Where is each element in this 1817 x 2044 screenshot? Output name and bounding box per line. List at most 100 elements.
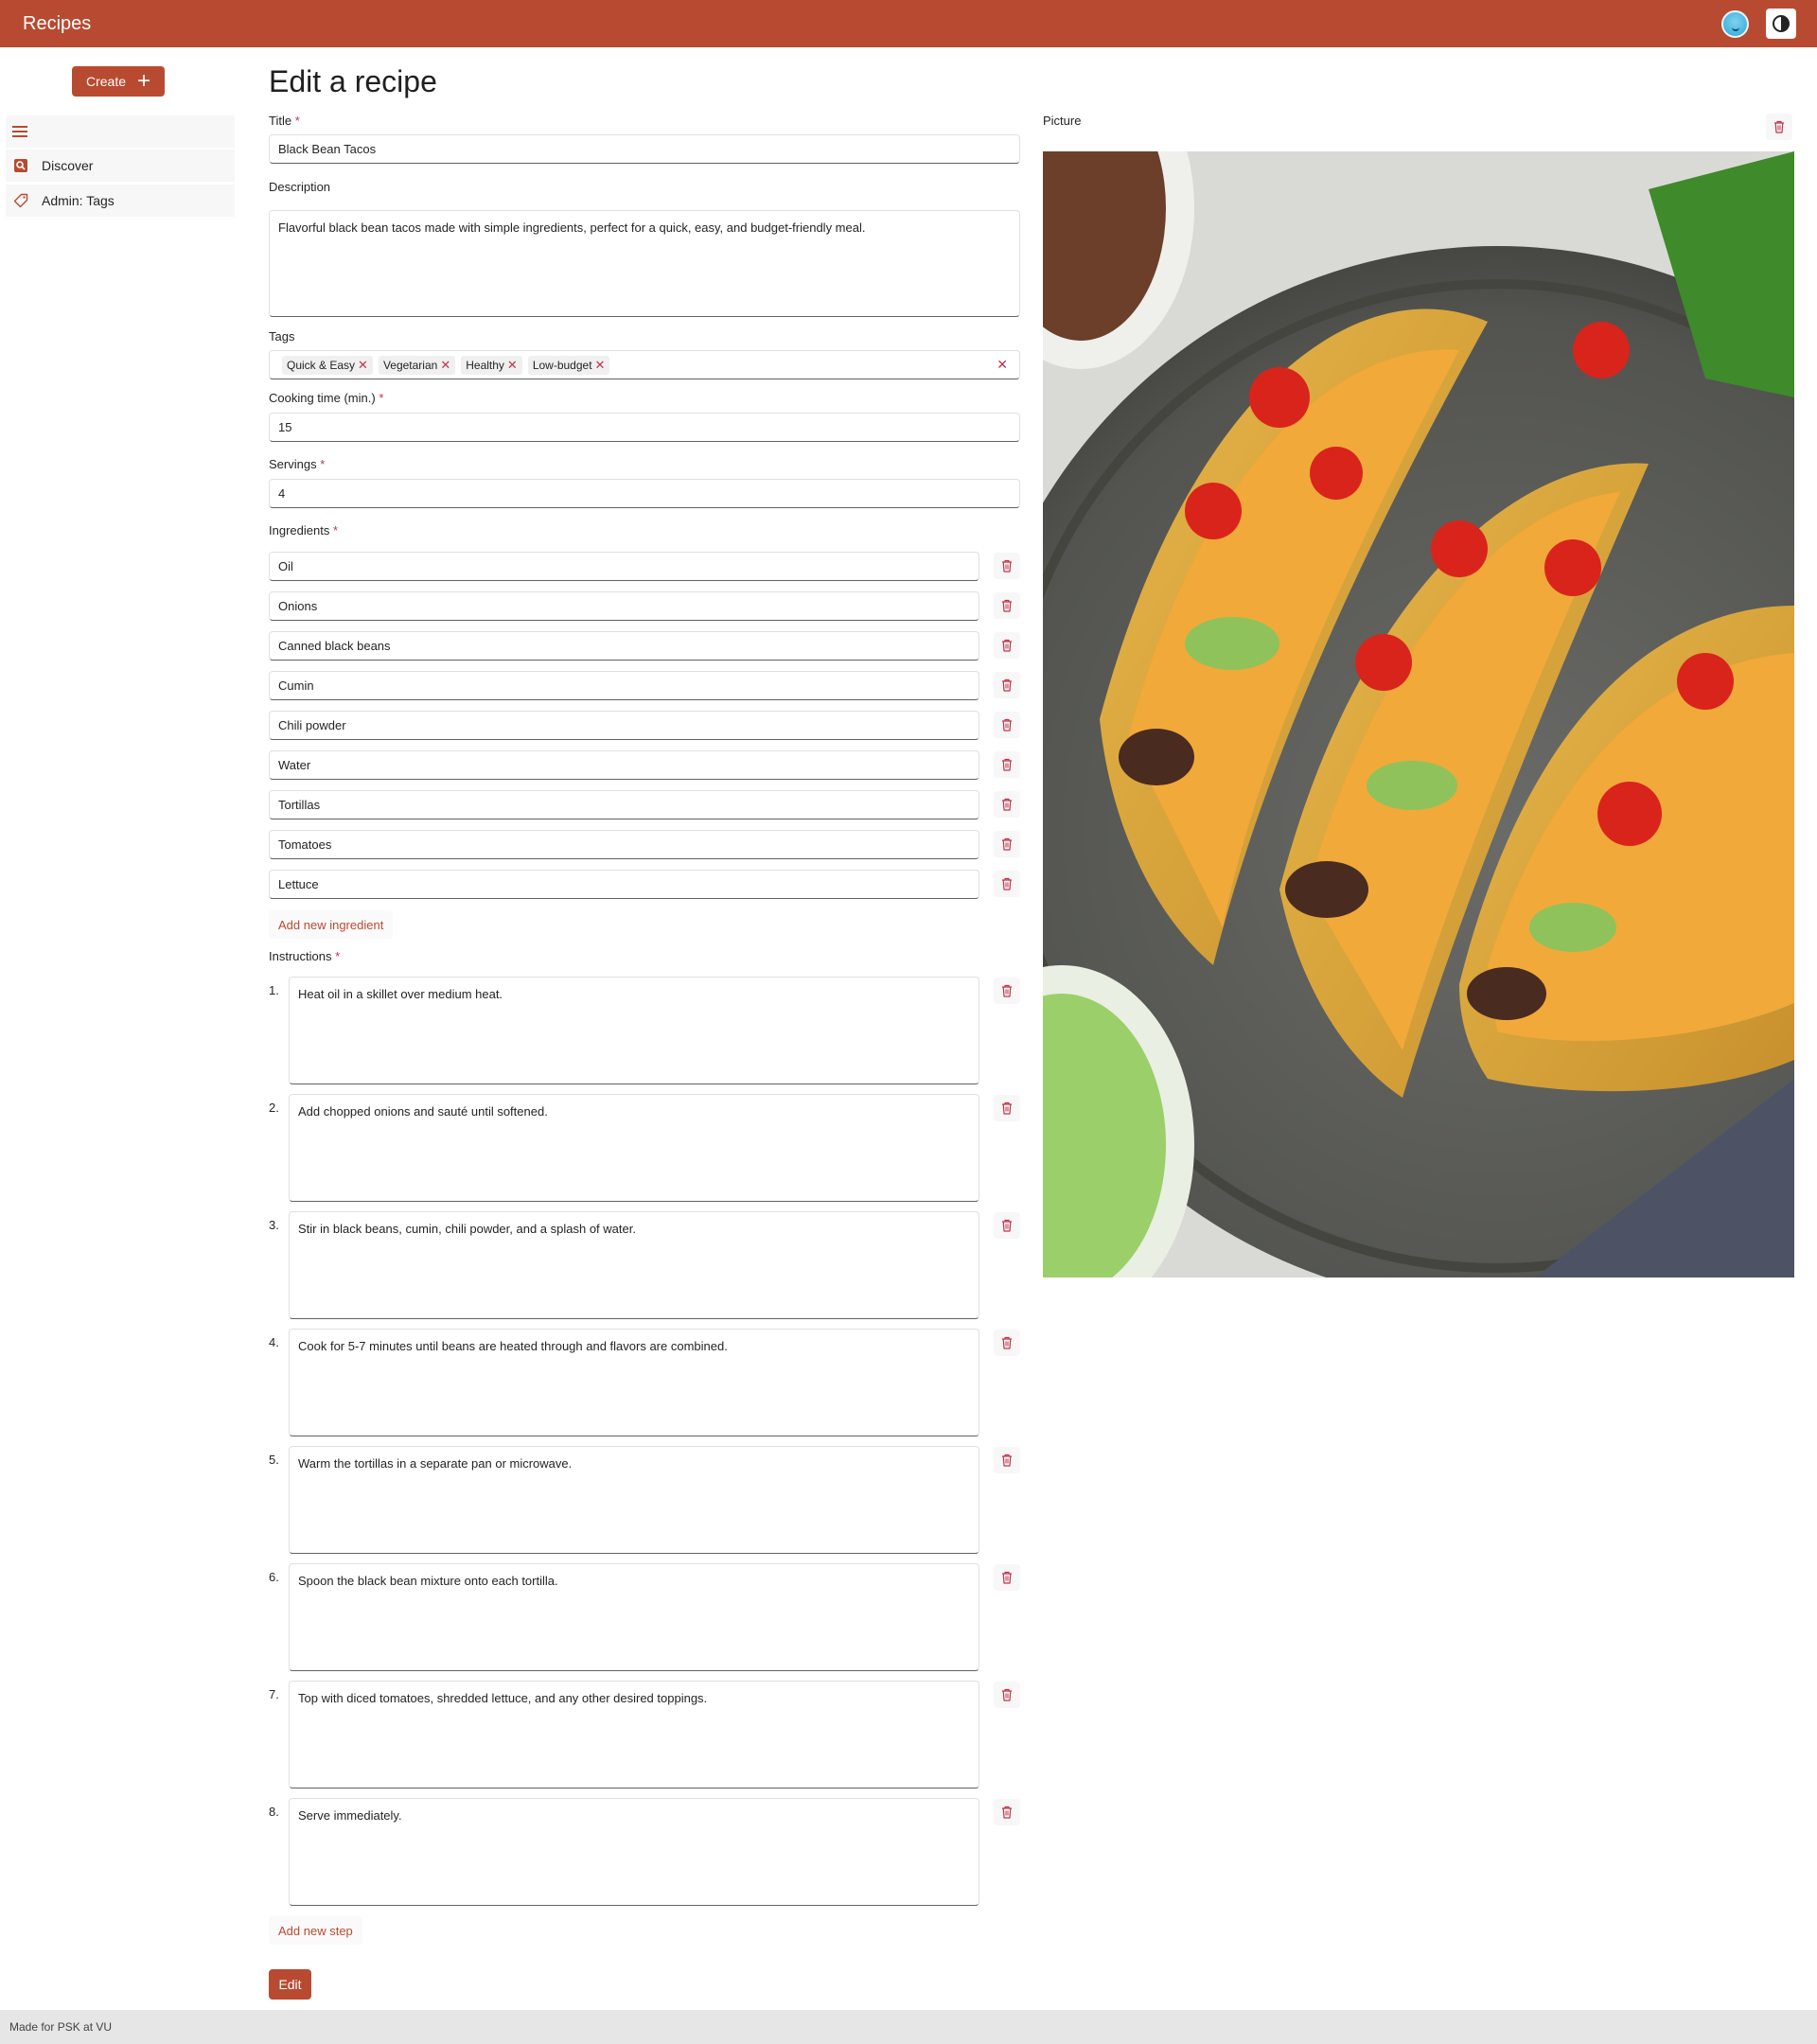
step-number: 3.	[269, 1218, 279, 1232]
delete-ingredient-button[interactable]	[994, 672, 1020, 698]
top-bar: Recipes	[0, 0, 1817, 47]
plus-icon: +	[137, 68, 151, 94]
delete-ingredient-button[interactable]	[994, 751, 1020, 778]
instructions-label: Instructions *	[269, 949, 341, 963]
tags-label: Tags	[269, 329, 295, 344]
cooking-time-label: Cooking time (min.) *	[269, 391, 384, 405]
step-textarea[interactable]: Cook for 5-7 minutes until beans are hea…	[289, 1329, 979, 1436]
ingredient-row: Water	[269, 750, 1020, 781]
sidebar-item-admin-tags[interactable]: Admin: Tags	[6, 185, 235, 217]
trash-icon	[1002, 599, 1012, 612]
trash-icon	[1002, 1336, 1012, 1349]
tacos-photo	[1043, 151, 1794, 1278]
app-title[interactable]: Recipes	[23, 13, 91, 35]
servings-label: Servings *	[269, 457, 326, 471]
delete-ingredient-button[interactable]	[994, 791, 1020, 818]
trash-icon	[1002, 639, 1012, 652]
step-textarea[interactable]: Add chopped onions and sauté until softe…	[289, 1094, 979, 1202]
tag-chip[interactable]: Quick & Easy ✕	[282, 355, 373, 375]
top-bar-actions	[1721, 9, 1796, 39]
menu-toggle-button[interactable]	[6, 115, 235, 148]
step-number: 5.	[269, 1453, 279, 1467]
tag-chip-label: Low-budget	[532, 358, 592, 372]
create-button[interactable]: Create +	[72, 66, 165, 97]
ingredient-input[interactable]: Water	[269, 750, 979, 780]
tag-chip[interactable]: Low-budget ✕	[527, 355, 610, 375]
trash-icon	[1002, 1571, 1012, 1584]
trash-icon	[1002, 877, 1012, 890]
ingredient-input[interactable]: Canned black beans	[269, 631, 979, 661]
title-label: Title *	[269, 114, 300, 128]
trash-icon	[1002, 1454, 1012, 1467]
trash-icon	[1002, 1101, 1012, 1115]
remove-tag-icon[interactable]: ✕	[440, 358, 450, 373]
delete-step-button[interactable]	[994, 1799, 1020, 1825]
step-number: 8.	[269, 1805, 279, 1819]
delete-step-button[interactable]	[994, 1095, 1020, 1121]
add-ingredient-button[interactable]: Add new ingredient	[269, 910, 394, 939]
trash-icon	[1002, 1688, 1012, 1701]
delete-ingredient-button[interactable]	[994, 831, 1020, 857]
ingredient-row: Canned black beans	[269, 631, 1020, 661]
tag-chip-label: Quick & Easy	[287, 358, 356, 372]
sidebar-item-discover[interactable]: Discover	[6, 150, 235, 182]
delete-ingredient-button[interactable]	[994, 632, 1020, 659]
trash-icon	[1002, 984, 1012, 997]
ingredient-row: Tomatoes	[269, 830, 1020, 860]
ingredient-input[interactable]: Lettuce	[269, 870, 979, 899]
servings-input[interactable]: 4	[269, 479, 1020, 508]
tags-input[interactable]: Quick & Easy ✕ Vegetarian ✕ Healthy ✕ Low-budg…	[269, 350, 1020, 379]
sidebar-item-label: Discover	[42, 158, 94, 173]
step-textarea[interactable]: Serve immediately.	[289, 1798, 979, 1906]
ingredient-input[interactable]: Oil	[269, 552, 979, 581]
step-textarea[interactable]: Stir in black beans, cumin, chili powder…	[289, 1211, 979, 1319]
ingredient-input[interactable]: Onions	[269, 591, 979, 621]
picture-label: Picture	[1043, 114, 1082, 128]
ingredient-input[interactable]: Tomatoes	[269, 830, 979, 859]
ingredient-input[interactable]: Tortillas	[269, 790, 979, 819]
delete-step-button[interactable]	[994, 1212, 1020, 1239]
ingredient-row: Chili powder	[269, 711, 1020, 741]
edit-submit-button[interactable]: Edit	[269, 1969, 311, 2000]
delete-step-button[interactable]	[994, 978, 1020, 1004]
footer: Made for PSK at VU	[0, 2010, 1817, 2044]
delete-ingredient-button[interactable]	[994, 712, 1020, 738]
step-number: 1.	[269, 983, 279, 997]
trash-icon	[1002, 1806, 1012, 1819]
trash-icon	[1002, 559, 1012, 573]
trash-icon	[1002, 1219, 1012, 1232]
ingredient-row: Lettuce	[269, 870, 1020, 900]
delete-step-button[interactable]	[994, 1564, 1020, 1591]
ingredient-input[interactable]: Chili powder	[269, 711, 979, 740]
hamburger-icon	[12, 126, 27, 137]
delete-step-button[interactable]	[994, 1330, 1020, 1356]
step-textarea[interactable]: Warm the tortillas in a separate pan or …	[289, 1446, 979, 1554]
ingredient-row: Tortillas	[269, 790, 1020, 820]
cooking-time-input[interactable]: 15	[269, 413, 1020, 442]
description-textarea[interactable]: Flavorful black bean tacos made with sim…	[269, 210, 1020, 317]
tag-chip[interactable]: Healthy ✕	[461, 355, 522, 375]
remove-tag-icon[interactable]: ✕	[507, 358, 518, 373]
remove-tag-icon[interactable]: ✕	[358, 358, 368, 373]
delete-picture-button[interactable]	[1766, 114, 1792, 140]
tag-chip[interactable]: Vegetarian ✕	[378, 355, 456, 375]
step-textarea[interactable]: Heat oil in a skillet over medium heat.	[289, 977, 979, 1084]
delete-step-button[interactable]	[994, 1682, 1020, 1708]
step-number: 4.	[269, 1335, 279, 1349]
step-textarea[interactable]: Top with diced tomatoes, shredded lettuc…	[289, 1681, 979, 1788]
step-number: 6.	[269, 1570, 279, 1584]
trash-icon	[1002, 678, 1012, 692]
theme-toggle-button[interactable]	[1766, 9, 1796, 39]
ingredient-input[interactable]: Cumin	[269, 671, 979, 700]
delete-ingredient-button[interactable]	[994, 871, 1020, 897]
add-step-button[interactable]: Add new step	[269, 1916, 362, 1945]
delete-step-button[interactable]	[994, 1447, 1020, 1473]
description-label: Description	[269, 180, 331, 194]
remove-tag-icon[interactable]: ✕	[595, 358, 606, 373]
step-textarea[interactable]: Spoon the black bean mixture onto each t…	[289, 1563, 979, 1671]
delete-ingredient-button[interactable]	[994, 553, 1020, 579]
clear-tags-icon[interactable]: ✕	[997, 357, 1008, 373]
avatar[interactable]	[1721, 9, 1749, 38]
delete-ingredient-button[interactable]	[994, 592, 1020, 619]
title-input[interactable]: Black Bean Tacos	[269, 134, 1020, 164]
